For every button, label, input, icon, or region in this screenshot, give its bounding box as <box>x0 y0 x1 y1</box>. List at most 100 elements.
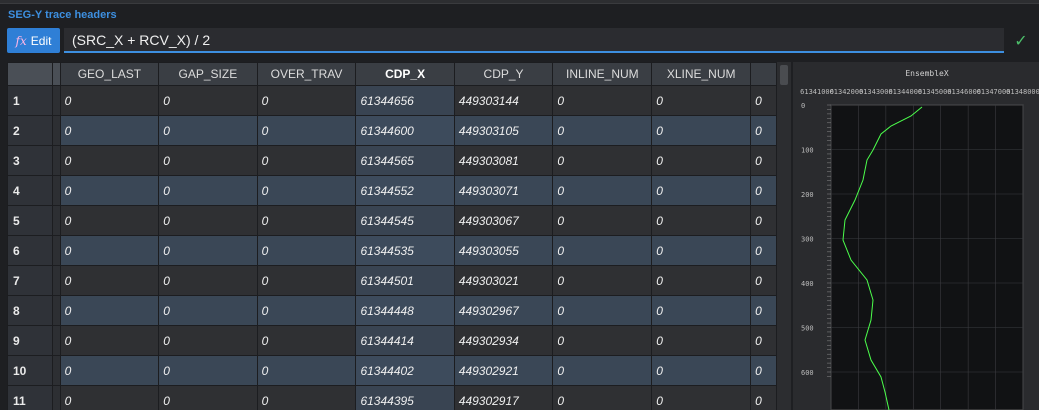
column-header-cdp-y[interactable]: CDP_Y <box>453 62 554 86</box>
table-cell[interactable]: 0 <box>651 265 752 296</box>
table-row[interactable]: 1 0 0 0 61344656 449303144 0 0 0 <box>7 85 790 116</box>
table-cell[interactable]: 0 <box>59 265 160 296</box>
table-row[interactable]: 10 0 0 0 61344402 449302921 0 0 0 <box>7 355 790 386</box>
table-cell[interactable]: 61344656 <box>355 85 455 116</box>
table-cell[interactable]: 0 <box>256 265 357 296</box>
table-cell[interactable]: 0 <box>158 85 258 116</box>
row-number[interactable]: 2 <box>7 115 53 146</box>
column-header-inline-num[interactable]: INLINE_NUM <box>552 62 653 86</box>
table-cell[interactable]: 0 <box>651 175 752 206</box>
table-cell[interactable]: 0 <box>552 265 653 296</box>
table-cell[interactable]: 0 <box>651 85 752 116</box>
table-cell[interactable]: 449303144 <box>453 85 554 116</box>
table-cell[interactable]: 0 <box>256 85 357 116</box>
row-number[interactable]: 1 <box>7 85 53 116</box>
table-cell[interactable]: 0 <box>158 145 258 176</box>
table-cell[interactable]: 0 <box>651 205 752 236</box>
table-cell[interactable]: 61344545 <box>355 205 455 236</box>
column-header-over-trav[interactable]: OVER_TRAV <box>256 62 357 86</box>
table-cell[interactable]: 61344501 <box>355 265 455 296</box>
row-number[interactable]: 11 <box>7 385 53 410</box>
table-cell[interactable]: 61344448 <box>355 295 455 326</box>
table-cell[interactable]: 61344565 <box>355 145 455 176</box>
table-cell[interactable]: 449303081 <box>453 145 554 176</box>
table-cell[interactable]: 0 <box>256 175 357 206</box>
row-number[interactable]: 10 <box>7 355 53 386</box>
table-cell[interactable]: 0 <box>552 175 653 206</box>
row-number[interactable]: 7 <box>7 265 53 296</box>
table-cell[interactable]: 0 <box>651 115 752 146</box>
table-cell[interactable]: 0 <box>59 355 160 386</box>
table-cell[interactable]: 61344600 <box>355 115 455 146</box>
table-cell[interactable]: 61344552 <box>355 175 455 206</box>
row-number[interactable]: 3 <box>7 145 53 176</box>
table-cell[interactable]: 0 <box>552 145 653 176</box>
column-header-xline-num[interactable]: XLINE_NUM <box>651 62 752 86</box>
table-cell[interactable]: 0 <box>59 115 160 146</box>
table-cell[interactable]: 0 <box>552 235 653 266</box>
corner-cell[interactable] <box>7 62 53 86</box>
table-cell[interactable]: 0 <box>256 145 357 176</box>
table-cell[interactable]: 449303055 <box>453 235 554 266</box>
table-cell[interactable]: 0 <box>158 265 258 296</box>
column-header-gap-size[interactable]: GAP_SIZE <box>158 62 258 86</box>
table-cell[interactable]: 61344402 <box>355 355 455 386</box>
table-row[interactable]: 9 0 0 0 61344414 449302934 0 0 0 <box>7 325 790 356</box>
table-cell[interactable]: 449302934 <box>453 325 554 356</box>
table-row[interactable]: 2 0 0 0 61344600 449303105 0 0 0 <box>7 115 790 146</box>
table-cell[interactable]: 0 <box>59 235 160 266</box>
table-cell[interactable]: 0 <box>59 145 160 176</box>
table-cell[interactable]: 0 <box>256 295 357 326</box>
table-cell[interactable]: 0 <box>552 355 653 386</box>
table-cell[interactable]: 0 <box>59 175 160 206</box>
table-cell[interactable]: 0 <box>552 205 653 236</box>
row-number[interactable]: 6 <box>7 235 53 266</box>
table-cell[interactable]: 449302967 <box>453 295 554 326</box>
table-cell[interactable]: 0 <box>158 385 258 410</box>
table-cell[interactable]: 0 <box>552 385 653 410</box>
edit-formula-button[interactable]: fx Edit <box>7 28 60 53</box>
table-row[interactable]: 8 0 0 0 61344448 449302967 0 0 0 <box>7 295 790 326</box>
table-cell[interactable]: 0 <box>552 85 653 116</box>
table-cell[interactable]: 449303067 <box>453 205 554 236</box>
table-row[interactable]: 7 0 0 0 61344501 449303021 0 0 0 <box>7 265 790 296</box>
table-cell[interactable]: 0 <box>59 205 160 236</box>
table-row[interactable]: 5 0 0 0 61344545 449303067 0 0 0 <box>7 205 790 236</box>
table-cell[interactable]: 449303021 <box>453 265 554 296</box>
table-row[interactable]: 6 0 0 0 61344535 449303055 0 0 0 <box>7 235 790 266</box>
row-number[interactable]: 9 <box>7 325 53 356</box>
table-cell[interactable]: 61344414 <box>355 325 455 356</box>
table-cell[interactable]: 0 <box>158 325 258 356</box>
table-cell[interactable]: 0 <box>256 325 357 356</box>
table-row[interactable]: 3 0 0 0 61344565 449303081 0 0 0 <box>7 145 790 176</box>
table-cell[interactable]: 0 <box>256 205 357 236</box>
column-header-geo-last[interactable]: GEO_LAST <box>59 62 160 86</box>
column-header-cdp-x[interactable]: CDP_X <box>355 62 455 86</box>
table-cell[interactable]: 0 <box>59 295 160 326</box>
table-cell[interactable]: 449303105 <box>453 115 554 146</box>
table-cell[interactable]: 449303071 <box>453 175 554 206</box>
table-row[interactable]: 11 0 0 0 61344395 449302917 0 0 0 <box>7 385 790 410</box>
table-cell[interactable]: 61344395 <box>355 385 455 410</box>
table-cell[interactable]: 0 <box>651 325 752 356</box>
table-cell[interactable]: 0 <box>158 295 258 326</box>
row-number[interactable]: 5 <box>7 205 53 236</box>
table-scrollbar[interactable] <box>776 62 791 410</box>
table-cell[interactable]: 0 <box>256 115 357 146</box>
row-number[interactable]: 8 <box>7 295 53 326</box>
table-cell[interactable]: 0 <box>552 325 653 356</box>
table-cell[interactable]: 0 <box>651 385 752 410</box>
table-cell[interactable]: 0 <box>158 355 258 386</box>
formula-input[interactable]: (SRC_X + RCV_X) / 2 <box>64 28 1004 53</box>
table-cell[interactable]: 61344535 <box>355 235 455 266</box>
table-cell[interactable]: 0 <box>158 205 258 236</box>
table-cell[interactable]: 0 <box>158 235 258 266</box>
table-cell[interactable]: 0 <box>651 295 752 326</box>
table-cell[interactable]: 0 <box>651 145 752 176</box>
table-cell[interactable]: 0 <box>651 235 752 266</box>
table-cell[interactable]: 0 <box>59 85 160 116</box>
table-cell[interactable]: 0 <box>256 355 357 386</box>
table-cell[interactable]: 0 <box>158 115 258 146</box>
table-cell[interactable]: 0 <box>59 385 160 410</box>
table-cell[interactable]: 0 <box>256 385 357 410</box>
